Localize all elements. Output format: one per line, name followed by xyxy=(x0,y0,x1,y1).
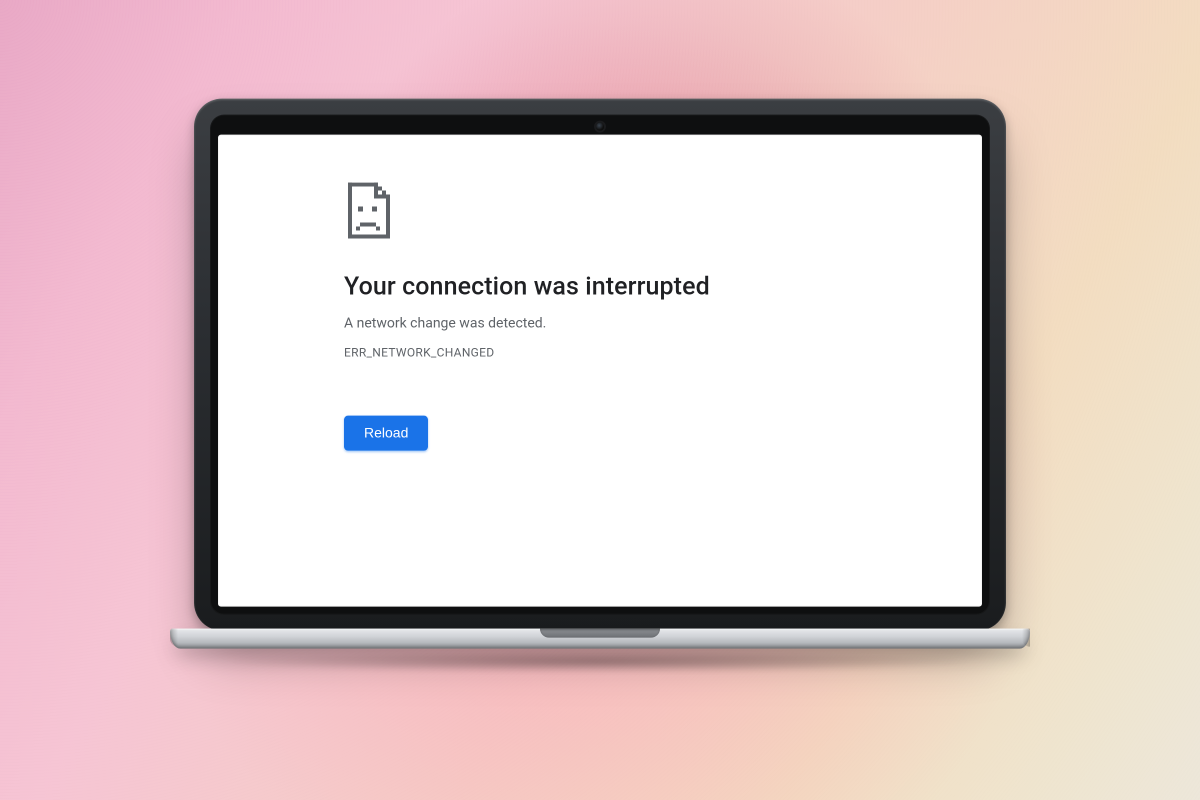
error-subtitle: A network change was detected. xyxy=(344,316,710,332)
network-error-page: Your connection was interrupted A networ… xyxy=(218,135,710,451)
screen-bezel: Your connection was interrupted A networ… xyxy=(210,115,990,615)
laptop-mockup: Your connection was interrupted A networ… xyxy=(170,99,1030,657)
laptop-base-edge xyxy=(170,629,1030,649)
laptop-base xyxy=(170,629,1030,657)
sad-document-icon xyxy=(344,183,710,243)
error-code: ERR_NETWORK_CHANGED xyxy=(344,346,710,360)
laptop-shadow xyxy=(222,651,979,673)
reload-button[interactable]: Reload xyxy=(344,416,428,451)
error-title: Your connection was interrupted xyxy=(344,273,710,302)
laptop-lid: Your connection was interrupted A networ… xyxy=(194,99,1006,631)
webcam-icon xyxy=(596,123,604,131)
laptop-notch xyxy=(540,629,660,638)
browser-screen: Your connection was interrupted A networ… xyxy=(218,135,982,607)
